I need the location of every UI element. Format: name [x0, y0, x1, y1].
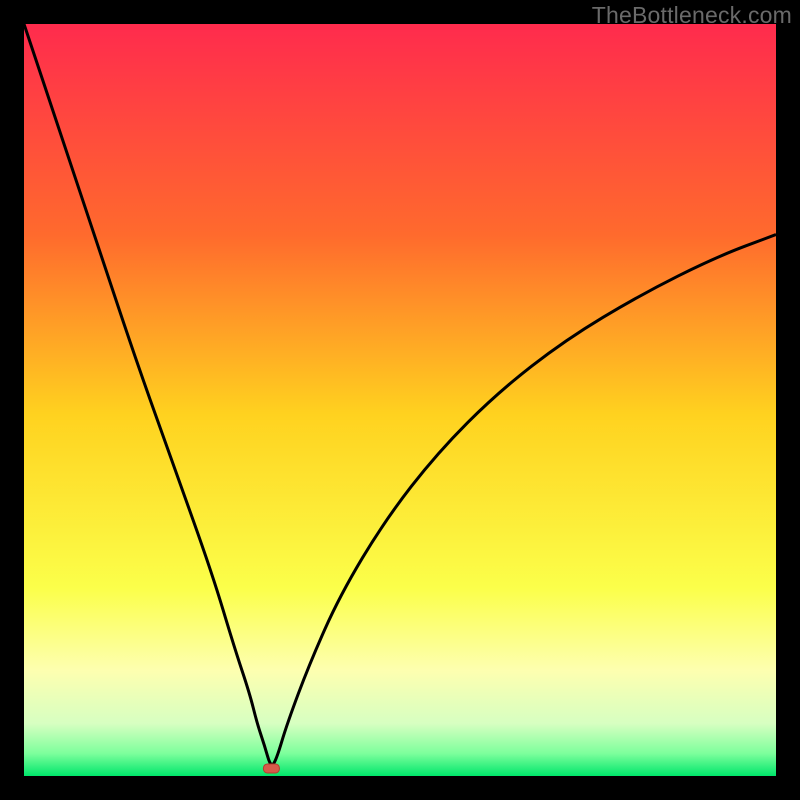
bottleneck-chart	[24, 24, 776, 776]
optimum-marker	[263, 764, 279, 773]
gradient-background	[24, 24, 776, 776]
chart-frame	[24, 24, 776, 776]
